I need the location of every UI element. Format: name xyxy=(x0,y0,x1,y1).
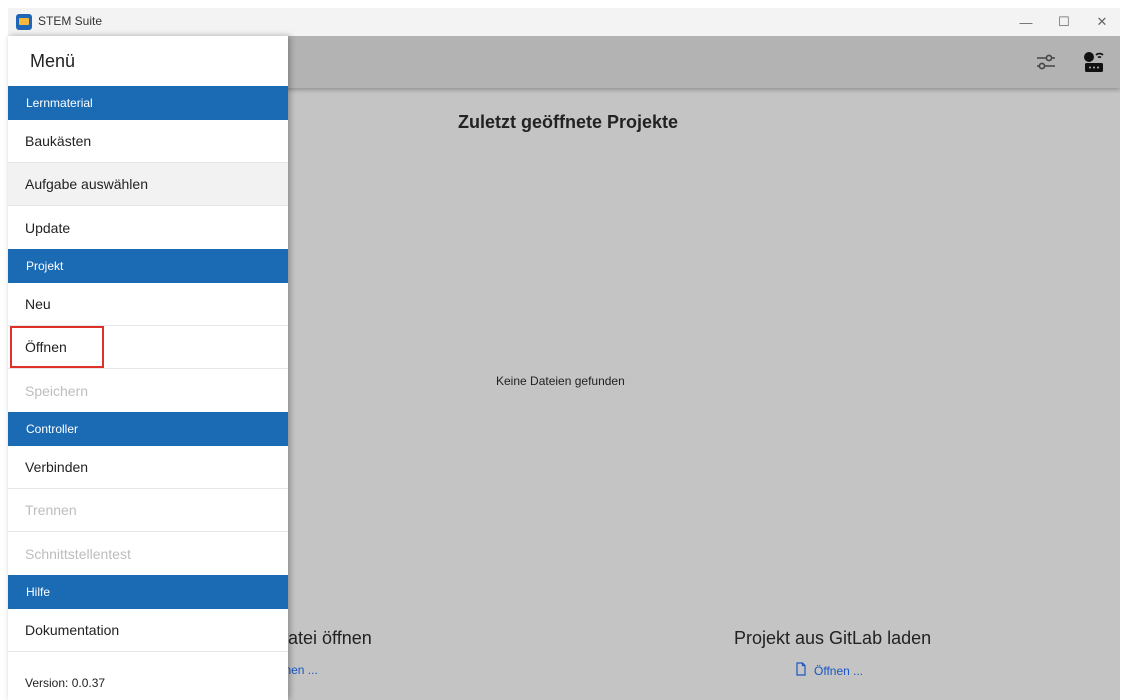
minimize-button[interactable]: — xyxy=(1016,12,1036,32)
file-icon xyxy=(794,662,808,679)
settings-sliders-icon[interactable] xyxy=(1032,48,1060,76)
navigation-drawer: Menü Lernmaterial Baukästen Aufgabe ausw… xyxy=(8,36,288,700)
app-bar-actions xyxy=(1032,48,1108,76)
menu-item-baukaesten[interactable]: Baukästen xyxy=(8,120,288,163)
menu-item-dokumentation[interactable]: Dokumentation xyxy=(8,609,288,652)
menu-item-trennen: Trennen xyxy=(8,489,288,532)
window-controls: — ☐ ✕ xyxy=(1016,12,1112,32)
gitlab-open-link[interactable]: Öffnen ... xyxy=(794,662,863,679)
version-label: Version: 0.0.37 xyxy=(25,676,106,690)
menu-item-update[interactable]: Update xyxy=(8,206,288,249)
section-hilfe: Hilfe xyxy=(8,575,288,609)
app-logo-icon xyxy=(16,14,32,30)
recent-projects-title: Zuletzt geöffnete Projekte xyxy=(458,112,679,132)
no-files-message: Keine Dateien gefunden xyxy=(496,374,625,388)
window-titlebar: STEM Suite — ☐ ✕ xyxy=(8,8,1120,37)
section-lernmaterial: Lernmaterial xyxy=(8,86,288,120)
section-controller: Controller xyxy=(8,412,288,446)
menu-item-verbinden[interactable]: Verbinden xyxy=(8,446,288,489)
close-button[interactable]: ✕ xyxy=(1092,12,1112,32)
section-projekt: Projekt xyxy=(8,249,288,283)
maximize-button[interactable]: ☐ xyxy=(1054,12,1074,32)
annotation-highlight-box xyxy=(10,326,104,368)
menu-item-speichern: Speichern xyxy=(25,382,89,399)
controller-device-icon[interactable] xyxy=(1080,48,1108,76)
window-title: STEM Suite xyxy=(38,14,103,28)
menu-item-schnittstellentest: Schnittstellentest xyxy=(25,545,131,562)
menu-item-neu[interactable]: Neu xyxy=(8,283,288,326)
file-open-title: atei öffnen xyxy=(288,628,372,648)
gitlab-open-label: Öffnen ... xyxy=(814,663,864,678)
drawer-title: Menü xyxy=(30,50,76,71)
menu-item-aufgabe-auswaehlen[interactable]: Aufgabe auswählen xyxy=(8,163,288,206)
gitlab-title: Projekt aus GitLab laden xyxy=(734,628,932,648)
